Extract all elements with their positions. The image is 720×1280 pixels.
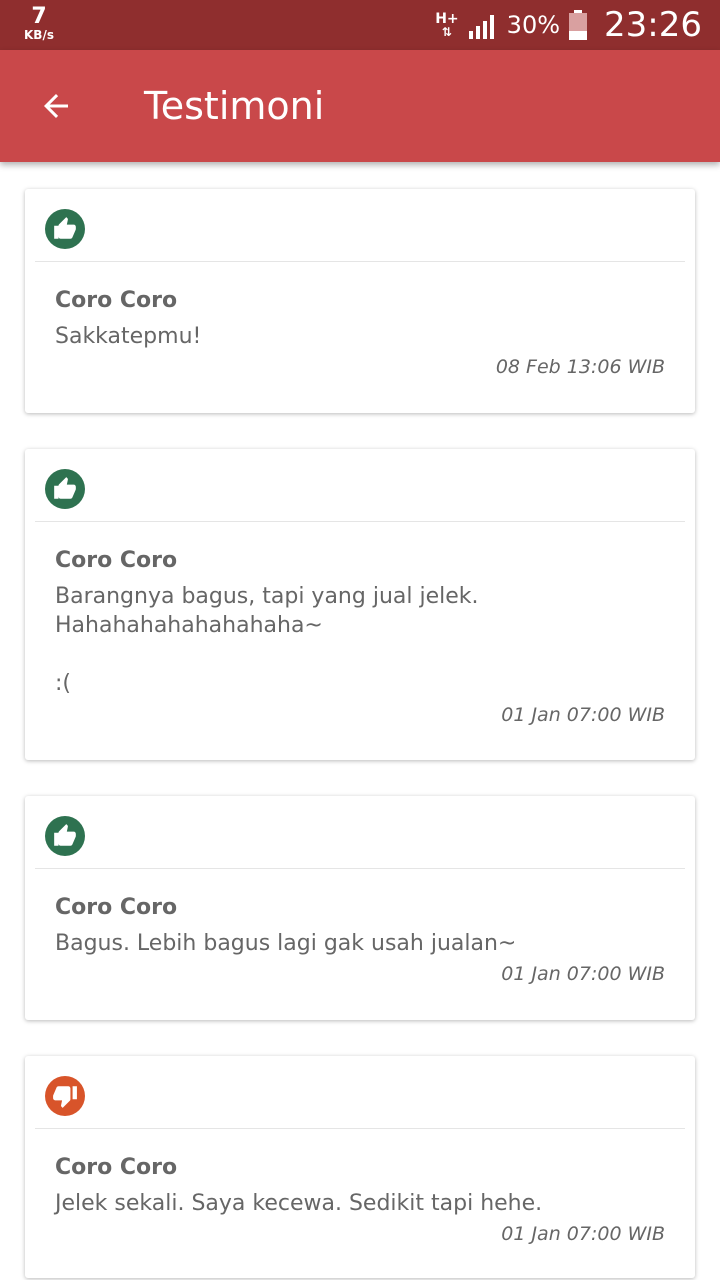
- author-name: Coro Coro: [55, 1155, 178, 1180]
- timestamp: 01 Jan 07:00 WIB: [501, 704, 665, 726]
- testimonial-card: Coro Coro Jelek sekali. Saya kecewa. Sed…: [25, 1056, 695, 1278]
- testimonial-message: Barangnya bagus, tapi yang jual jelek. H…: [55, 584, 479, 696]
- testimonial-card: Coro Coro Sakkatepmu! 08 Feb 13:06 WIB: [25, 189, 695, 413]
- card-body: Coro Coro Sakkatepmu!: [25, 262, 695, 351]
- timestamp: 01 Jan 07:00 WIB: [501, 1223, 665, 1245]
- author-name: Coro Coro: [55, 548, 178, 573]
- testimonial-card: Coro Coro Bagus. Lebih bagus lagi gak us…: [25, 796, 695, 1020]
- card-body: Coro Coro Bagus. Lebih bagus lagi gak us…: [25, 869, 695, 958]
- back-button[interactable]: [28, 78, 84, 134]
- card-header: [25, 796, 695, 868]
- status-bar: 7 KB/s H+ ⇅ 30% 23:26: [0, 0, 720, 50]
- testimonial-message: Jelek sekali. Saya kecewa. Sedikit tapi …: [55, 1191, 543, 1216]
- timestamp: 08 Feb 13:06 WIB: [495, 356, 665, 378]
- network-speed: 7 KB/s: [18, 4, 60, 42]
- card-body: Coro Coro Barangnya bagus, tapi yang jua…: [25, 522, 695, 698]
- timestamp: 01 Jan 07:00 WIB: [501, 963, 665, 985]
- thumbs-up-icon: [45, 209, 85, 249]
- arrow-left-icon: [44, 94, 68, 118]
- app-bar: Testimoni: [0, 50, 720, 162]
- battery-icon: [569, 10, 588, 40]
- network-speed-unit: KB/s: [24, 28, 54, 42]
- card-body: Coro Coro Jelek sekali. Saya kecewa. Sed…: [25, 1129, 695, 1218]
- clock: 23:26: [604, 5, 702, 45]
- author-name: Coro Coro: [55, 288, 178, 313]
- thumbs-down-icon: [45, 1076, 85, 1116]
- network-type: H+ ⇅: [435, 12, 458, 38]
- page-title: Testimoni: [144, 84, 325, 128]
- card-header: [25, 1056, 695, 1128]
- battery-percent: 30%: [506, 11, 561, 39]
- card-header: [25, 189, 695, 261]
- testimonial-card: Coro Coro Barangnya bagus, tapi yang jua…: [25, 449, 695, 760]
- testimonial-message: Sakkatepmu!: [55, 324, 202, 349]
- data-activity-icon: ⇅: [441, 25, 452, 39]
- testimonial-message: Bagus. Lebih bagus lagi gak usah jualan~: [55, 931, 517, 956]
- signal-icon: [468, 15, 494, 39]
- thumbs-up-icon: [45, 469, 85, 509]
- thumbs-up-icon: [45, 816, 85, 856]
- author-name: Coro Coro: [55, 895, 178, 920]
- card-header: [25, 449, 695, 521]
- network-speed-value: 7: [31, 4, 47, 29]
